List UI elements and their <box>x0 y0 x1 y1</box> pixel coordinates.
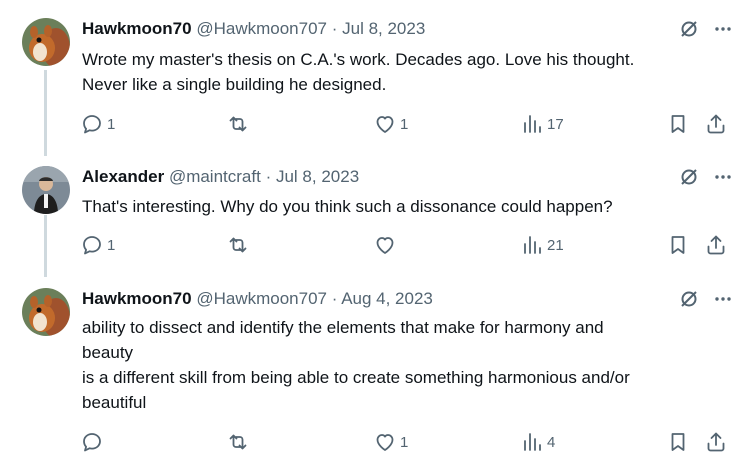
reply-button[interactable]: 1 <box>80 112 115 136</box>
like-button[interactable]: 1 <box>373 430 408 454</box>
views-button[interactable]: 4 <box>520 430 555 454</box>
post-header: Hawkmoon70 @Hawkmoon707 · Jul 8, 2023 <box>82 18 425 40</box>
post[interactable]: Hawkmoon70 @Hawkmoon707 · Aug 4, 2023 ab… <box>0 288 753 458</box>
bookmark-icon <box>671 115 685 133</box>
views-icon <box>524 433 541 451</box>
like-button[interactable]: 1 <box>373 112 408 136</box>
reply-icon <box>83 433 101 452</box>
share-button[interactable] <box>704 112 728 136</box>
post-date[interactable]: Jul 8, 2023 <box>342 19 425 38</box>
more-icon[interactable] <box>713 19 733 39</box>
post-text-line: is a different skill from being able to … <box>82 368 630 387</box>
repost-icon <box>229 434 247 450</box>
grok-icon[interactable] <box>679 167 699 187</box>
post-text: That's interesting. Why do you think suc… <box>82 194 722 219</box>
author-name[interactable]: Alexander <box>82 167 164 186</box>
bookmark-icon <box>671 433 685 451</box>
avatar[interactable] <box>22 166 70 214</box>
conversation-thread: Hawkmoon70 @Hawkmoon707 · Jul 8, 2023 Wr… <box>0 0 753 475</box>
repost-button[interactable] <box>226 430 253 454</box>
avatar[interactable] <box>22 288 70 336</box>
like-count: 1 <box>400 115 409 133</box>
action-bar: 1 1 17 <box>80 112 740 136</box>
view-count: 21 <box>547 236 564 254</box>
bookmark-button[interactable] <box>666 112 690 136</box>
share-icon <box>707 432 725 452</box>
bookmark-icon <box>671 236 685 254</box>
views-button[interactable]: 21 <box>520 233 564 257</box>
post-header: Hawkmoon70 @Hawkmoon707 · Aug 4, 2023 <box>82 288 433 310</box>
post-text-line: ability to dissect and identify the elem… <box>82 318 604 337</box>
reply-count: 1 <box>107 115 116 133</box>
grok-icon[interactable] <box>679 289 699 309</box>
share-icon <box>707 235 725 255</box>
bookmark-button[interactable] <box>666 233 690 257</box>
post-text-line: Wrote my master's thesis on C.A.'s work.… <box>82 50 635 69</box>
like-icon <box>376 237 394 254</box>
like-icon <box>376 116 394 133</box>
post-date[interactable]: Aug 4, 2023 <box>341 289 433 308</box>
avatar[interactable] <box>22 18 70 66</box>
separator: · <box>331 289 338 308</box>
like-button[interactable] <box>373 233 400 257</box>
share-button[interactable] <box>704 430 728 454</box>
post-top-icons <box>679 18 733 40</box>
repost-icon <box>229 116 247 132</box>
post[interactable]: Alexander @maintcraft · Jul 8, 2023 That… <box>0 166 753 266</box>
views-button[interactable]: 17 <box>520 112 564 136</box>
post-text-line: beautiful <box>82 393 147 412</box>
post-text: ability to dissect and identify the elem… <box>82 315 722 415</box>
post-top-icons <box>679 166 733 188</box>
views-icon <box>524 236 541 254</box>
post-text-line: Never like a single building he designed… <box>82 75 387 94</box>
post-top-icons <box>679 288 733 310</box>
post-text-line: That's interesting. Why do you think suc… <box>82 197 613 216</box>
more-icon[interactable] <box>713 167 733 187</box>
author-handle[interactable]: @Hawkmoon707 <box>196 289 327 308</box>
share-icon <box>707 114 725 134</box>
post-date[interactable]: Jul 8, 2023 <box>276 167 359 186</box>
separator: · <box>331 19 338 38</box>
reply-button[interactable] <box>80 430 107 454</box>
grok-icon[interactable] <box>679 19 699 39</box>
view-count: 17 <box>547 115 564 133</box>
repost-icon <box>229 237 247 253</box>
share-button[interactable] <box>704 233 728 257</box>
post-header: Alexander @maintcraft · Jul 8, 2023 <box>82 166 359 188</box>
reply-button[interactable]: 1 <box>80 233 115 257</box>
action-bar: 1 21 <box>80 233 740 257</box>
reply-count: 1 <box>107 236 116 254</box>
reply-icon <box>83 236 101 255</box>
reply-icon <box>83 115 101 134</box>
post[interactable]: Hawkmoon70 @Hawkmoon707 · Jul 8, 2023 Wr… <box>0 18 753 148</box>
author-name[interactable]: Hawkmoon70 <box>82 19 192 38</box>
author-name[interactable]: Hawkmoon70 <box>82 289 192 308</box>
separator: · <box>265 167 272 186</box>
author-handle[interactable]: @maintcraft <box>169 167 261 186</box>
repost-button[interactable] <box>226 112 253 136</box>
like-count: 1 <box>400 433 409 451</box>
post-text: Wrote my master's thesis on C.A.'s work.… <box>82 47 722 97</box>
bookmark-button[interactable] <box>666 430 690 454</box>
action-bar: 1 4 <box>80 430 740 454</box>
more-icon[interactable] <box>713 289 733 309</box>
author-handle[interactable]: @Hawkmoon707 <box>196 19 327 38</box>
repost-button[interactable] <box>226 233 253 257</box>
view-count: 4 <box>547 433 556 451</box>
like-icon <box>376 434 394 451</box>
views-icon <box>524 115 541 133</box>
post-text-line: beauty <box>82 343 134 362</box>
